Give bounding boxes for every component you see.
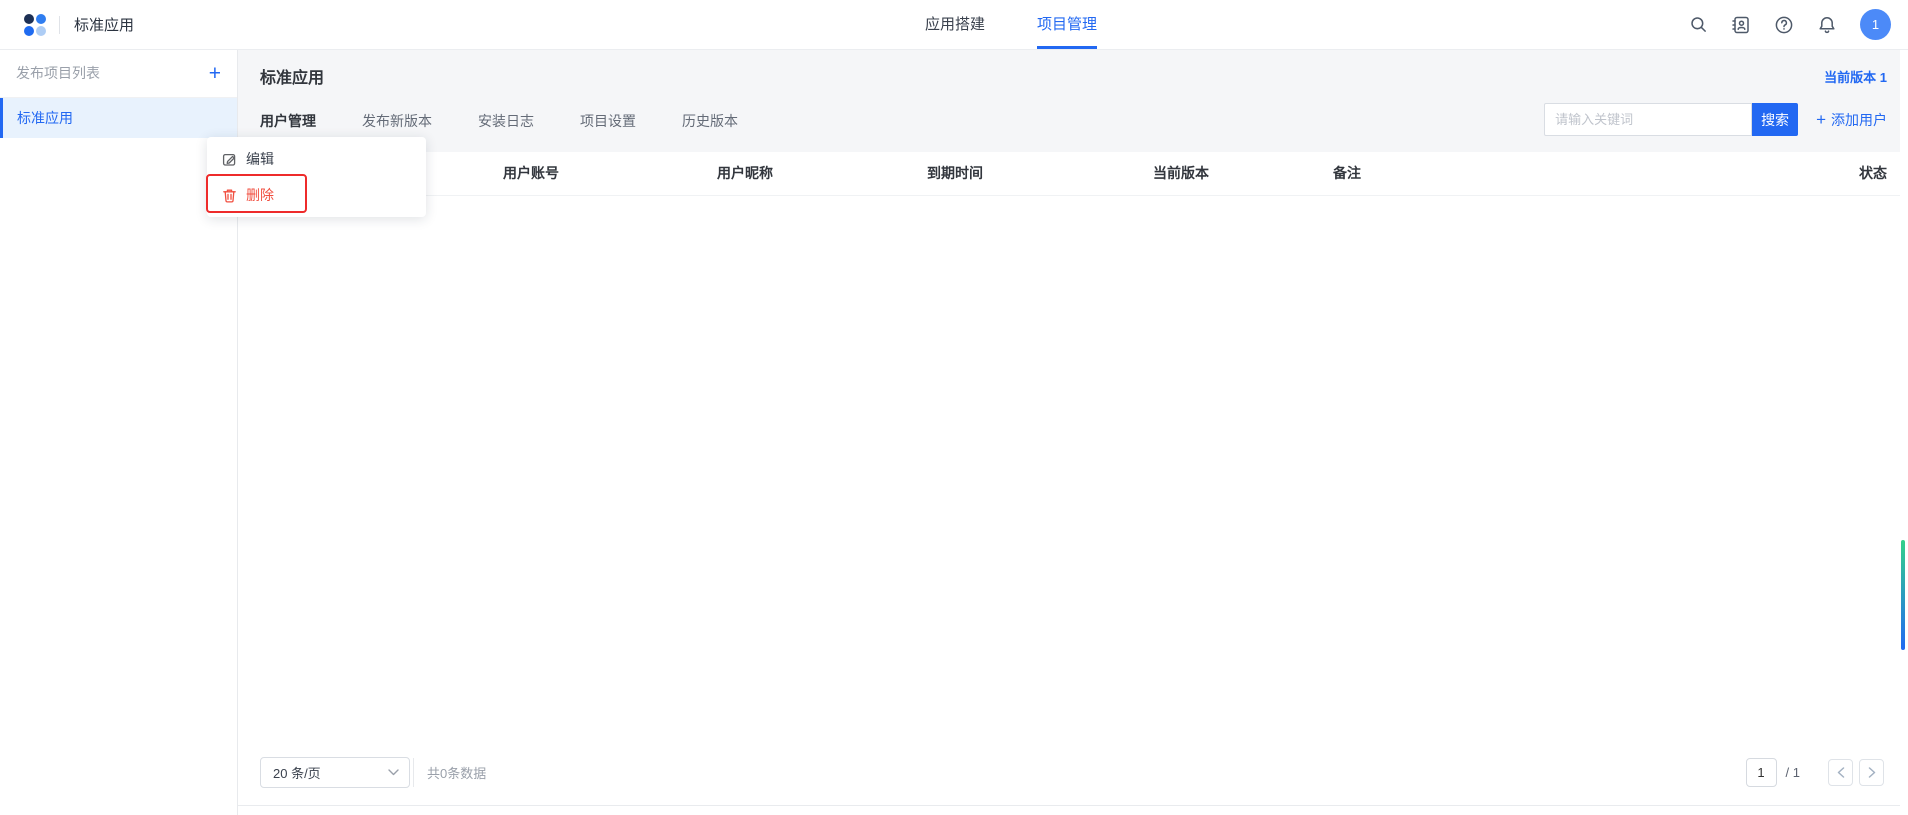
content-tabs: 用户管理 发布新版本 安装日志 项目设置 历史版本: [260, 111, 738, 131]
search-icon[interactable]: [1688, 15, 1708, 35]
add-user-label: 添加用户: [1831, 110, 1887, 130]
chevron-down-icon: [388, 769, 399, 776]
keyword-search-input[interactable]: [1544, 103, 1752, 136]
content-actions: 搜索 + 添加用户: [1544, 103, 1887, 136]
page-title: 标准应用: [260, 64, 324, 88]
app-window: 标准应用 应用搭建 项目管理: [0, 0, 1908, 815]
current-version-badge: 当前版本 1: [1824, 67, 1887, 86]
tab-publish-new-version[interactable]: 发布新版本: [362, 111, 432, 131]
col-header-expiry-time: 到期时间: [927, 152, 983, 195]
menu-item-delete-label: 删除: [246, 185, 274, 205]
add-project-icon[interactable]: +: [209, 63, 221, 84]
project-context-menu: 编辑 删除: [207, 137, 426, 217]
prev-page-button[interactable]: [1828, 759, 1853, 786]
tab-project-settings[interactable]: 项目设置: [580, 111, 636, 131]
total-count-label: 共0条数据: [427, 763, 486, 782]
pagination-bar: 20 条/页 共0条数据 1 / 1: [260, 757, 1884, 788]
tab-history-versions[interactable]: 历史版本: [682, 111, 738, 131]
col-header-user-nickname: 用户昵称: [717, 152, 773, 195]
trash-icon: [222, 188, 237, 203]
sidebar-header-label: 发布项目列表: [16, 63, 100, 83]
col-header-remark: 备注: [1333, 152, 1361, 195]
table-header-row: 用户账号 用户昵称 到期时间 当前版本 备注 状态: [238, 152, 1900, 196]
page-size-select[interactable]: 20 条/页: [260, 757, 410, 788]
edit-icon: [222, 152, 237, 167]
notifications-bell-icon[interactable]: [1817, 15, 1837, 35]
sidebar: 发布项目列表 + 标准应用: [0, 49, 238, 815]
next-page-button[interactable]: [1859, 759, 1884, 786]
page-number-input[interactable]: 1: [1746, 758, 1777, 787]
topbar: 标准应用 应用搭建 项目管理: [0, 0, 1908, 50]
menu-item-delete[interactable]: 删除: [207, 177, 426, 213]
user-table: 用户账号 用户昵称 到期时间 当前版本 备注 状态 20 条/页 共0条数: [238, 152, 1900, 806]
search-button[interactable]: 搜索: [1752, 103, 1798, 136]
app-title: 标准应用: [74, 14, 134, 35]
pagination-divider: [413, 758, 414, 787]
topbar-right: 1: [1688, 0, 1891, 49]
col-header-status: 状态: [1859, 152, 1887, 195]
content-header: 标准应用 当前版本 1 用户管理 发布新版本 安装日志 项目设置 历史版本 搜索…: [238, 49, 1900, 152]
sidebar-header: 发布项目列表 +: [0, 49, 237, 98]
top-navigation: 应用搭建 项目管理: [925, 0, 1097, 49]
tab-user-management[interactable]: 用户管理: [260, 111, 316, 131]
brand-divider: [59, 16, 60, 34]
plus-icon: +: [1816, 111, 1826, 128]
page-size-value: 20 条/页: [273, 763, 321, 782]
app-logo-icon: [24, 14, 46, 36]
add-user-button[interactable]: + 添加用户: [1816, 110, 1887, 130]
help-icon[interactable]: [1774, 15, 1794, 35]
user-avatar[interactable]: 1: [1860, 9, 1891, 40]
page-total-label: / 1: [1786, 765, 1800, 780]
topnav-item-project-management[interactable]: 项目管理: [1037, 0, 1097, 49]
menu-item-edit-label: 编辑: [246, 149, 274, 169]
menu-item-edit[interactable]: 编辑: [207, 141, 426, 177]
brand: 标准应用: [24, 0, 134, 49]
scrollbar-thumb[interactable]: [1901, 540, 1905, 650]
col-header-current-version: 当前版本: [1153, 152, 1209, 195]
topnav-item-app-build[interactable]: 应用搭建: [925, 0, 985, 49]
main-content: 标准应用 当前版本 1 用户管理 发布新版本 安装日志 项目设置 历史版本 搜索…: [238, 49, 1900, 815]
tab-install-log[interactable]: 安装日志: [478, 111, 534, 131]
sidebar-item-standard-app[interactable]: 标准应用: [0, 98, 237, 138]
sidebar-item-label: 标准应用: [17, 108, 73, 128]
contacts-book-icon[interactable]: [1731, 15, 1751, 35]
col-header-user-account: 用户账号: [503, 152, 559, 195]
